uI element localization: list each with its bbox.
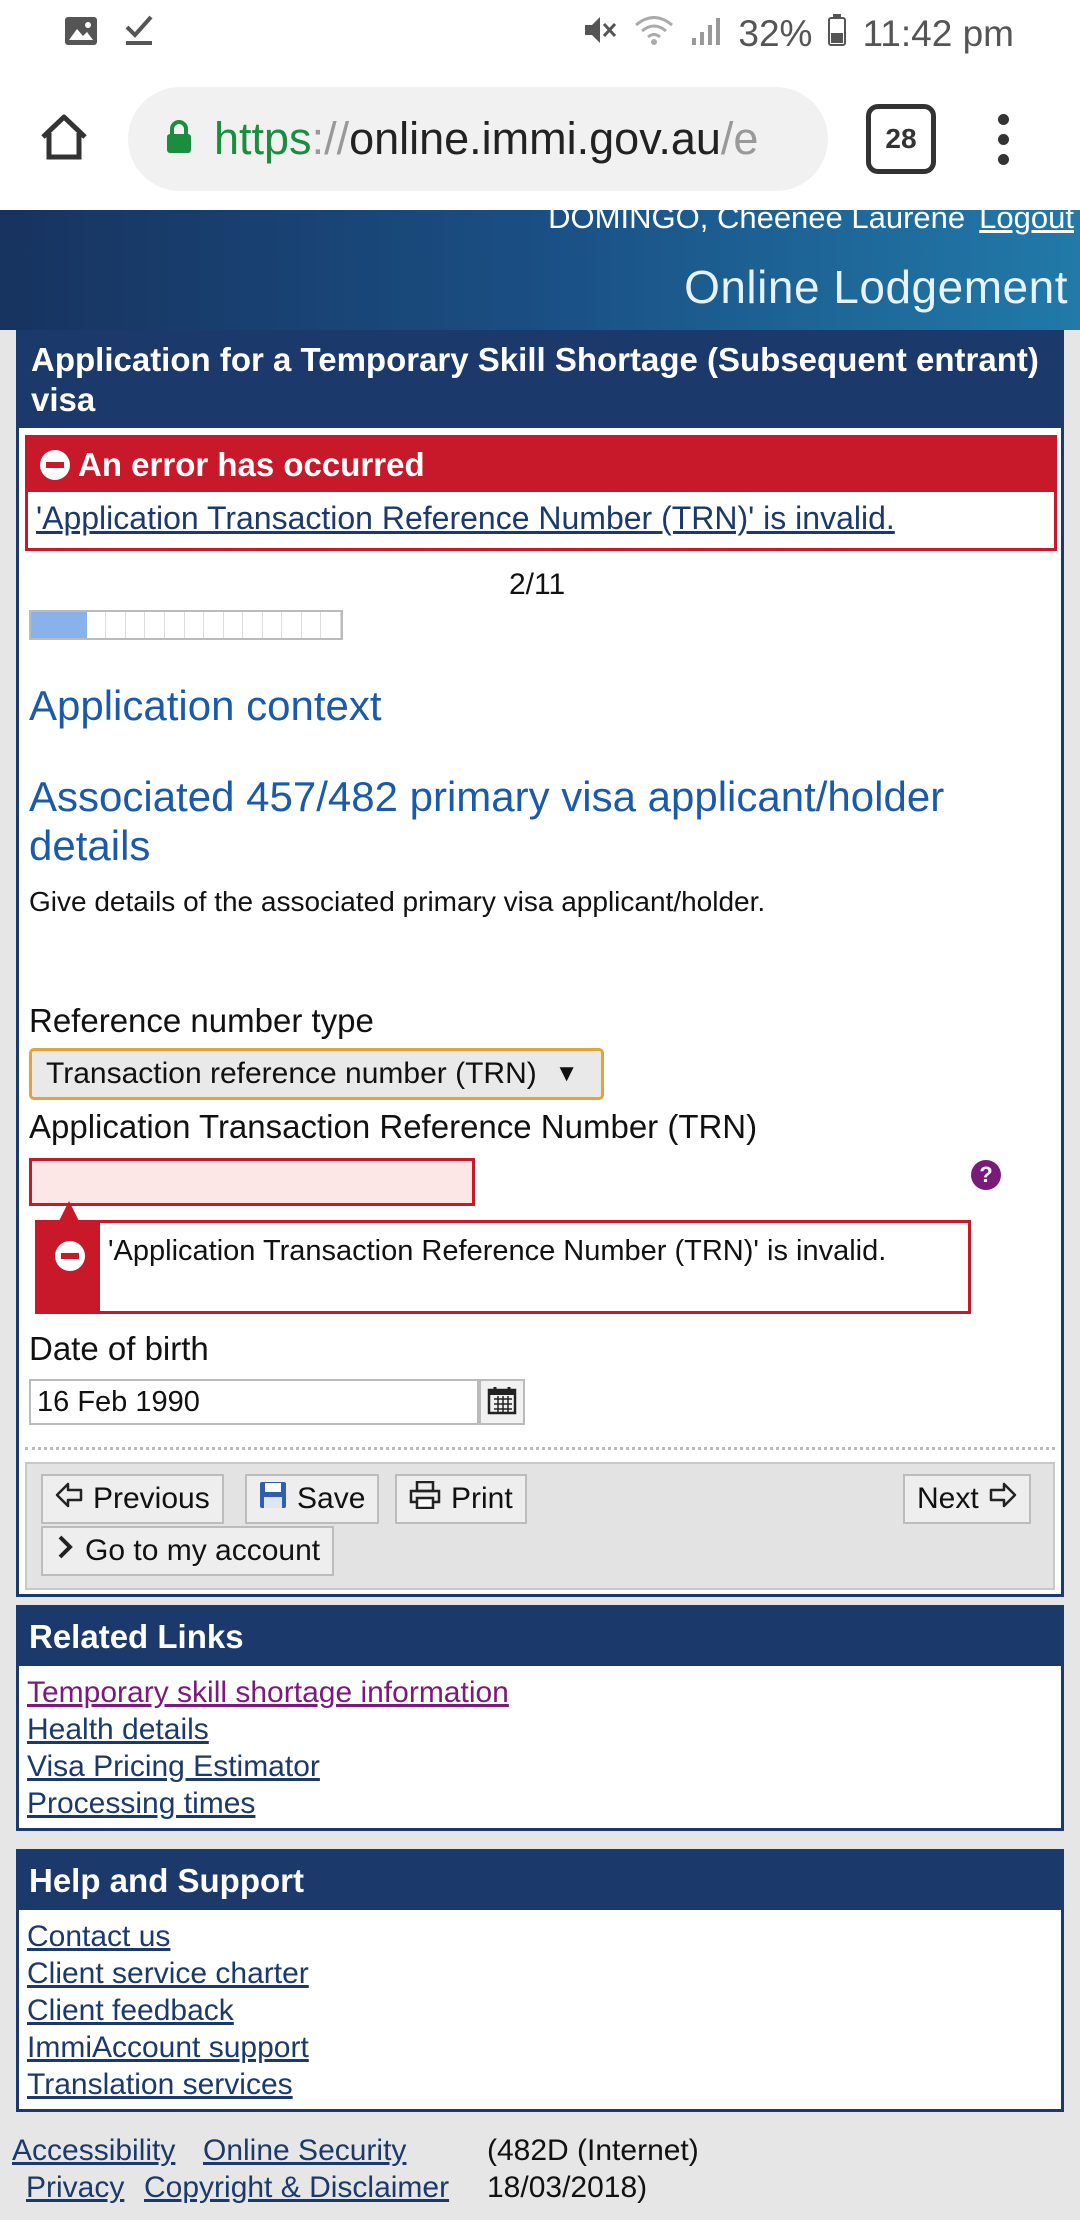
- form-actions: Previous Save Print Next Go to my accoun…: [25, 1462, 1055, 1590]
- trn-input[interactable]: [29, 1158, 475, 1206]
- download-done-icon: [124, 13, 154, 56]
- footer-copyright-link[interactable]: Copyright & Disclaimer: [144, 2171, 449, 2205]
- error-link-trn[interactable]: 'Application Transaction Reference Numbe…: [28, 492, 1054, 545]
- next-button[interactable]: Next: [903, 1474, 1031, 1524]
- battery-icon: [828, 13, 847, 55]
- url-separator: ://: [311, 113, 350, 164]
- previous-button[interactable]: Previous: [41, 1474, 224, 1524]
- application-form: Application for a Temporary Skill Shorta…: [16, 330, 1064, 1597]
- arrow-left-icon: [55, 1482, 83, 1516]
- section-description: Give details of the associated primary v…: [29, 886, 766, 917]
- user-name: DOMINGO, Cheenee Laurene: [548, 200, 966, 235]
- battery-percent: 32%: [738, 13, 813, 54]
- status-bar: 32% 11:42 pm: [0, 0, 1080, 68]
- form-title: Application for a Temporary Skill Shorta…: [19, 330, 1061, 428]
- footer-version-date: 18/03/2018): [487, 2171, 648, 2204]
- list-item: Translation services: [27, 2066, 1053, 2103]
- help-link-charter[interactable]: Client service charter: [27, 1957, 309, 1990]
- subsection-heading: Associated 457/482 primary visa applican…: [29, 773, 945, 869]
- trn-error-message: 'Application Transaction Reference Numbe…: [35, 1201, 971, 1314]
- tab-switcher-button[interactable]: 28: [866, 104, 936, 174]
- url-path: /e: [720, 113, 759, 164]
- home-button[interactable]: [0, 68, 128, 210]
- list-item: ImmiAccount support: [27, 2029, 1053, 2066]
- list-item: Processing times: [27, 1785, 1053, 1822]
- error-summary: An error has occurred 'Application Trans…: [25, 435, 1057, 551]
- logout-link[interactable]: Logout: [979, 200, 1074, 235]
- related-link-health[interactable]: Health details: [27, 1713, 209, 1746]
- help-icon[interactable]: ?: [971, 1160, 1001, 1190]
- footer-version: (482D (Internet): [487, 2134, 699, 2167]
- gallery-icon: [64, 13, 98, 55]
- wifi-icon: [634, 13, 674, 55]
- print-button[interactable]: Print: [395, 1474, 527, 1524]
- save-icon: [259, 1481, 287, 1517]
- error-icon: [40, 450, 70, 480]
- next-label: Next: [917, 1482, 979, 1515]
- list-item: Contact us: [27, 1918, 1053, 1955]
- clock: 11:42 pm: [862, 13, 1014, 54]
- save-label: Save: [297, 1482, 366, 1515]
- help-support-title: Help and Support: [19, 1852, 1061, 1910]
- step-indicator: 2/11: [509, 568, 566, 601]
- chevron-right-icon: [55, 1534, 75, 1568]
- related-link-processing[interactable]: Processing times: [27, 1787, 255, 1820]
- url-bar[interactable]: https://online.immi.gov.au/e: [128, 87, 828, 191]
- ref-type-select[interactable]: Transaction reference number (TRN) ▼: [29, 1048, 604, 1100]
- mute-icon: [582, 13, 618, 56]
- list-item: Temporary skill shortage information: [27, 1674, 1053, 1711]
- divider: [25, 1447, 1055, 1450]
- print-icon: [409, 1480, 441, 1517]
- list-item: Visa Pricing Estimator: [27, 1748, 1053, 1785]
- site-header: DOMINGO, Cheenee Laurene Logout Online Lo…: [0, 200, 1080, 330]
- footer: Accessibility Online Security Privacy Co…: [0, 2130, 1080, 2220]
- progress-bar: [29, 610, 343, 640]
- overflow-menu-icon[interactable]: [998, 113, 1009, 165]
- previous-label: Previous: [93, 1482, 210, 1515]
- list-item: Health details: [27, 1711, 1053, 1748]
- site-title: Online Lodgement: [684, 261, 1068, 313]
- help-link-feedback[interactable]: Client feedback: [27, 1994, 234, 2027]
- error-icon: [55, 1241, 85, 1271]
- browser-toolbar: https://online.immi.gov.au/e 28: [0, 68, 1080, 210]
- user-bar: DOMINGO, Cheenee Laurene Logout: [548, 200, 1074, 236]
- error-heading: An error has occurred: [78, 446, 425, 483]
- url-scheme: https: [214, 113, 312, 164]
- home-icon: [39, 113, 89, 166]
- ref-type-value: Transaction reference number (TRN): [46, 1057, 537, 1090]
- list-item: Client feedback: [27, 1992, 1053, 2029]
- save-button[interactable]: Save: [245, 1474, 380, 1524]
- related-links-box: Related Links Temporary skill shortage i…: [16, 1605, 1064, 1831]
- go-to-account-button[interactable]: Go to my account: [41, 1526, 335, 1576]
- print-label: Print: [451, 1482, 513, 1515]
- trn-error-text: 'Application Transaction Reference Numbe…: [108, 1235, 887, 1267]
- dob-input[interactable]: 16 Feb 1990: [29, 1379, 479, 1425]
- help-link-translation[interactable]: Translation services: [27, 2068, 293, 2101]
- error-summary-header: An error has occurred: [28, 438, 1054, 492]
- arrow-right-icon: [989, 1482, 1017, 1516]
- go-to-account-label: Go to my account: [85, 1534, 321, 1567]
- related-link-pricing[interactable]: Visa Pricing Estimator: [27, 1750, 320, 1783]
- help-support-box: Help and Support Contact us Client servi…: [16, 1849, 1064, 2112]
- lock-icon: [166, 113, 192, 165]
- footer-privacy-link[interactable]: Privacy: [26, 2171, 124, 2205]
- help-link-immiaccount[interactable]: ImmiAccount support: [27, 2031, 309, 2064]
- help-link-contact[interactable]: Contact us: [27, 1920, 170, 1953]
- footer-accessibility-link[interactable]: Accessibility: [12, 2134, 175, 2168]
- section-heading: Application context: [29, 682, 382, 729]
- ref-type-label: Reference number type: [29, 1002, 374, 1039]
- footer-online-security-link[interactable]: Online Security: [203, 2134, 406, 2168]
- url-host: online.immi.gov.au: [349, 113, 721, 164]
- list-item: Client service charter: [27, 1955, 1053, 1992]
- calendar-button[interactable]: [479, 1379, 525, 1425]
- progress-fill: [31, 612, 87, 638]
- trn-label: Application Transaction Reference Number…: [29, 1108, 758, 1145]
- dropdown-arrow-icon: ▼: [554, 1060, 579, 1087]
- dob-label: Date of birth: [29, 1330, 209, 1367]
- related-link-tss-info[interactable]: Temporary skill shortage information: [27, 1676, 509, 1709]
- related-links-title: Related Links: [19, 1608, 1061, 1666]
- signal-icon: [690, 13, 722, 55]
- calendar-icon: [487, 1385, 517, 1420]
